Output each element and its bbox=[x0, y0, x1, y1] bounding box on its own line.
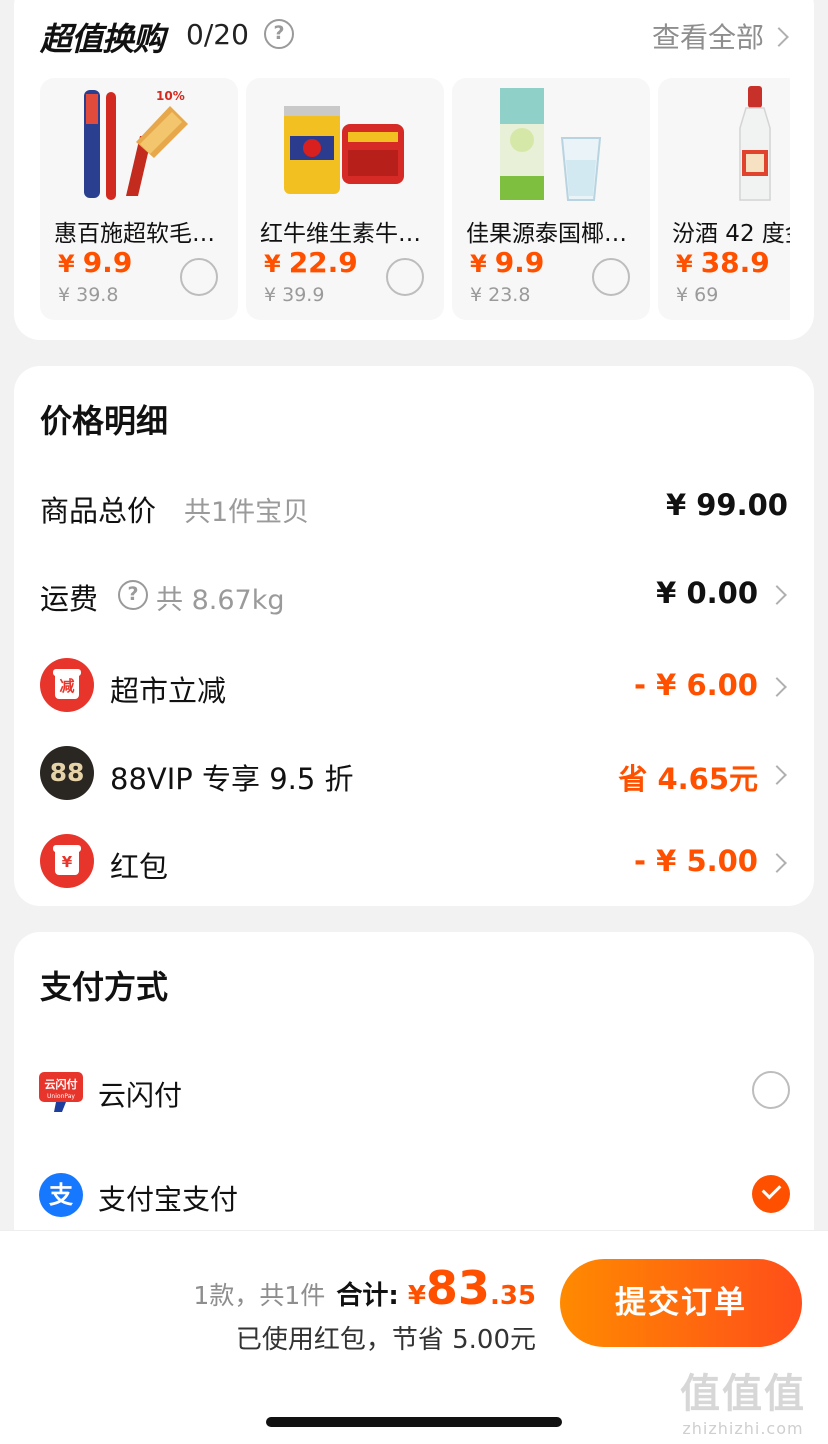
product-price: ¥38.9 bbox=[676, 246, 770, 279]
total-amount-integer: 83 bbox=[425, 1261, 490, 1315]
payment-title: 支付方式 bbox=[40, 968, 169, 1006]
shipping-value: ¥ 0.00 bbox=[656, 576, 758, 610]
submit-order-button[interactable]: 提交订单 bbox=[560, 1259, 802, 1347]
product-name: 红牛维生素牛磺酸饮料 bbox=[260, 221, 440, 247]
product-original-price: ¥ 39.9 bbox=[264, 284, 325, 306]
svg-text:10%: 10% bbox=[156, 89, 185, 103]
view-all-link[interactable]: 查看全部 bbox=[651, 16, 789, 56]
checkout-bar: 1款，共1件 合计: ¥83.35 已使用红包，节省 5.00元 提交订单 值值… bbox=[0, 1230, 828, 1444]
supermarket-discount-value: - ¥ 6.00 bbox=[634, 668, 758, 702]
total-price-value: ¥ 99.00 bbox=[665, 488, 788, 522]
vip-88-icon: 88 bbox=[40, 746, 94, 800]
alipay-icon: 支 bbox=[39, 1173, 83, 1217]
alipay-label: 支付宝支付 bbox=[98, 1183, 239, 1216]
product-card[interactable]: 10% 惠百施超软毛牙刷 ¥9.9 ¥ 39.8 bbox=[40, 78, 238, 320]
unionpay-radio[interactable] bbox=[752, 1071, 790, 1109]
hongbao-value: - ¥ 5.00 bbox=[634, 844, 758, 878]
saving-note: 已使用红包，节省 5.00元 bbox=[235, 1325, 536, 1355]
watermark: 值值值 zhizhizhi.com bbox=[668, 1361, 818, 1438]
unionpay-quickpass-icon: 云闪付 UnionPay bbox=[39, 1072, 83, 1112]
supermarket-discount-row[interactable]: 减 超市立减 - ¥ 6.00 bbox=[40, 658, 788, 718]
exchange-header: 超值换购 0/20 ? 查看全部 bbox=[40, 14, 800, 58]
product-name: 惠百施超软毛牙刷 bbox=[54, 221, 234, 247]
total-price-row: 商品总价 共1件宝贝 ¥ 99.00 bbox=[40, 478, 788, 538]
payment-method-alipay[interactable]: 支 支付宝支付 bbox=[38, 1172, 790, 1222]
fenjiu-bottle-image bbox=[739, 86, 771, 201]
svg-text:云闪付: 云闪付 bbox=[45, 1077, 78, 1091]
price-detail-title: 价格明细 bbox=[40, 402, 169, 440]
coconut-water-image bbox=[500, 88, 602, 201]
product-select-radio[interactable] bbox=[592, 258, 630, 296]
watermark-logo: 值值值 bbox=[680, 1371, 806, 1417]
price-detail-section: 价格明细 商品总价 共1件宝贝 ¥ 99.00 运费 ? 共 8.67kg ¥ … bbox=[14, 366, 814, 906]
shipping-weight: 共 8.67kg bbox=[156, 585, 285, 616]
product-name: 佳果源泰国椰子水 bbox=[466, 221, 646, 247]
product-original-price: ¥ 39.8 bbox=[58, 284, 119, 306]
product-original-price: ¥ 69 bbox=[676, 284, 719, 306]
supermarket-discount-label: 超市立减 bbox=[110, 674, 227, 708]
total-price-label: 商品总价 bbox=[40, 494, 157, 528]
product-select-radio[interactable] bbox=[386, 258, 424, 296]
product-price: ¥22.9 bbox=[264, 246, 358, 279]
watermark-url: zhizhizhi.com bbox=[682, 1419, 804, 1438]
svg-text:UnionPay: UnionPay bbox=[47, 1093, 75, 1100]
red-packet-icon: ¥ bbox=[40, 834, 94, 888]
alipay-radio-checked[interactable] bbox=[752, 1175, 790, 1213]
chevron-right-icon bbox=[767, 677, 787, 697]
chevron-right-icon bbox=[767, 765, 787, 785]
vip-discount-value: 省 4.65元 bbox=[618, 762, 758, 796]
home-indicator[interactable] bbox=[266, 1417, 562, 1427]
help-icon[interactable]: ? bbox=[118, 580, 148, 610]
vip-discount-row[interactable]: 88 88VIP 专享 9.5 折 省 4.65元 bbox=[40, 746, 788, 806]
product-original-price: ¥ 23.8 bbox=[470, 284, 531, 306]
payment-method-unionpay[interactable]: 云闪付 UnionPay 云闪付 bbox=[38, 1068, 790, 1118]
shipping-label: 运费 bbox=[40, 582, 99, 616]
hongbao-row[interactable]: ¥ 红包 - ¥ 5.00 bbox=[40, 834, 788, 894]
vip-discount-label: 88VIP 专享 9.5 折 bbox=[110, 762, 354, 796]
item-count: 1款，共1件 bbox=[193, 1281, 326, 1310]
payment-section: 支付方式 云闪付 UnionPay 云闪付 支 支付宝支付 bbox=[14, 932, 814, 1262]
hongbao-label: 红包 bbox=[110, 850, 169, 884]
product-card[interactable]: 佳果源泰国椰子水 ¥9.9 ¥ 23.8 bbox=[452, 78, 650, 320]
product-price: ¥9.9 bbox=[58, 246, 133, 279]
total-items-count: 共1件宝贝 bbox=[184, 497, 310, 528]
product-card[interactable]: 汾酒 42 度金盖 ¥38.9 ¥ 69 bbox=[658, 78, 790, 320]
svg-text:支: 支 bbox=[49, 1181, 74, 1209]
chevron-right-icon bbox=[767, 585, 787, 605]
product-price: ¥9.9 bbox=[470, 246, 545, 279]
shipping-row[interactable]: 运费 ? 共 8.67kg ¥ 0.00 bbox=[40, 566, 788, 626]
unionpay-label: 云闪付 bbox=[98, 1079, 183, 1112]
product-name: 汾酒 42 度金盖 bbox=[672, 221, 790, 247]
total-currency: ¥ bbox=[407, 1281, 426, 1311]
redbull-image bbox=[284, 106, 404, 194]
total-label: 合计: bbox=[336, 1281, 399, 1311]
product-select-radio[interactable] bbox=[180, 258, 218, 296]
chevron-right-icon bbox=[767, 853, 787, 873]
order-summary: 1款，共1件 合计: ¥83.35 bbox=[193, 1261, 536, 1315]
total-amount-decimal: .35 bbox=[489, 1281, 536, 1311]
exchange-product-list[interactable]: 10% 惠百施超软毛牙刷 ¥9.9 ¥ 39.8 红牛维生素牛磺酸饮料 ¥22.… bbox=[40, 78, 790, 322]
exchange-title: 超值换购 bbox=[40, 20, 165, 58]
exchange-section: 超值换购 0/20 ? 查看全部 10% 惠百施超软毛牙刷 ¥9.9 ¥ 39.… bbox=[14, 0, 814, 340]
view-all-label: 查看全部 bbox=[651, 21, 764, 54]
toothbrush-image: 10% bbox=[84, 89, 188, 200]
discount-badge-icon: 减 bbox=[40, 658, 94, 712]
help-icon[interactable]: ? bbox=[264, 19, 294, 49]
product-card[interactable]: 红牛维生素牛磺酸饮料 ¥22.9 ¥ 39.9 bbox=[246, 78, 444, 320]
exchange-count: 0/20 bbox=[186, 18, 249, 51]
chevron-right-icon bbox=[769, 27, 789, 47]
